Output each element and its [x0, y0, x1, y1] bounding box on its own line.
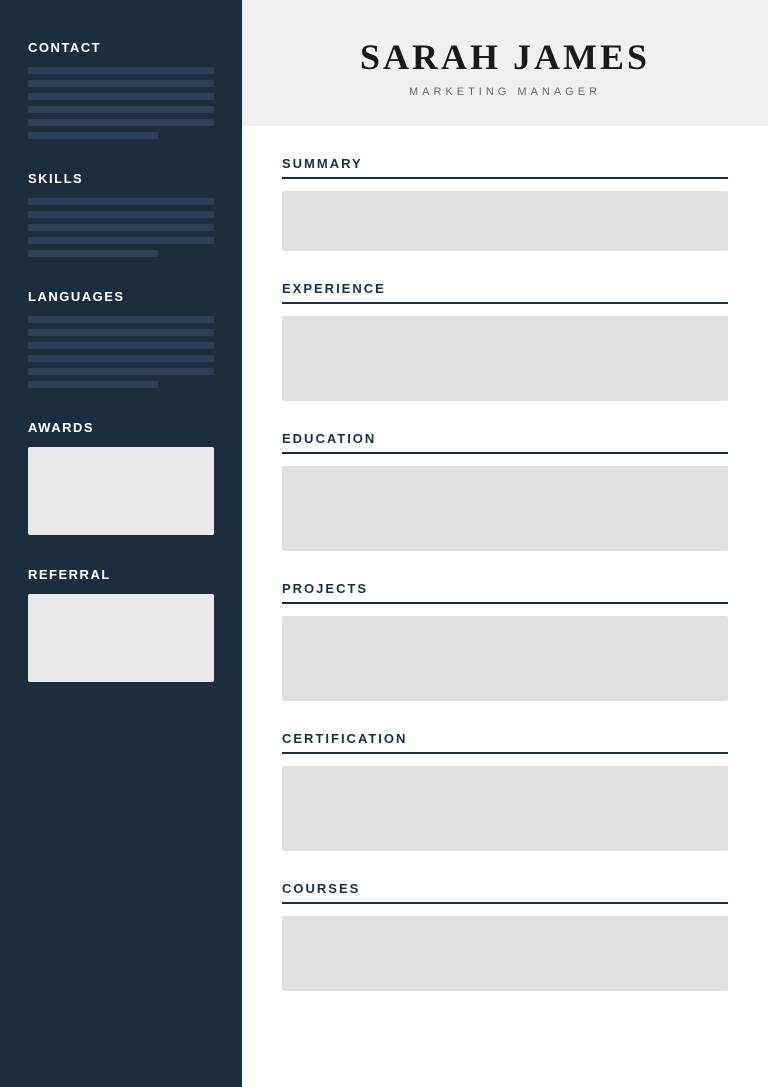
- sidebar: CONTACT SKILLS LANGUAGES: [0, 0, 242, 1087]
- section-certification: CERTIFICATION: [282, 731, 728, 851]
- skills-line-1: [28, 198, 214, 205]
- sidebar-section-contact: CONTACT: [28, 40, 214, 139]
- courses-placeholder: [282, 916, 728, 991]
- certification-placeholder: [282, 766, 728, 851]
- projects-placeholder: [282, 616, 728, 701]
- referral-placeholder: [28, 594, 214, 682]
- certification-title: CERTIFICATION: [282, 731, 728, 754]
- summary-placeholder: [282, 191, 728, 251]
- sidebar-section-skills: SKILLS: [28, 171, 214, 257]
- sidebar-section-awards: AWARDS: [28, 420, 214, 535]
- languages-line-3: [28, 342, 214, 349]
- languages-line-2: [28, 329, 214, 336]
- skills-line-5: [28, 250, 158, 257]
- resume-header: SARAH JAMES MARKETING MANAGER: [242, 0, 768, 126]
- languages-line-1: [28, 316, 214, 323]
- summary-title: SUMMARY: [282, 156, 728, 179]
- experience-title: EXPERIENCE: [282, 281, 728, 304]
- experience-placeholder: [282, 316, 728, 401]
- skills-line-3: [28, 224, 214, 231]
- awards-placeholder: [28, 447, 214, 535]
- courses-title: COURSES: [282, 881, 728, 904]
- contact-line-4: [28, 106, 214, 113]
- section-courses: COURSES: [282, 881, 728, 991]
- contact-line-5: [28, 119, 214, 126]
- candidate-name: SARAH JAMES: [282, 36, 728, 78]
- languages-lines: [28, 316, 214, 388]
- education-title: EDUCATION: [282, 431, 728, 454]
- section-summary: SUMMARY: [282, 156, 728, 251]
- main-content: SARAH JAMES MARKETING MANAGER SUMMARY EX…: [242, 0, 768, 1087]
- skills-line-2: [28, 211, 214, 218]
- languages-title: LANGUAGES: [28, 289, 214, 304]
- sidebar-section-referral: REFERRAL: [28, 567, 214, 682]
- skills-lines: [28, 198, 214, 257]
- skills-title: SKILLS: [28, 171, 214, 186]
- section-education: EDUCATION: [282, 431, 728, 551]
- contact-lines: [28, 67, 214, 139]
- languages-line-5: [28, 368, 214, 375]
- languages-line-4: [28, 355, 214, 362]
- skills-line-4: [28, 237, 214, 244]
- awards-title: AWARDS: [28, 420, 214, 435]
- contact-line-3: [28, 93, 214, 100]
- contact-line-1: [28, 67, 214, 74]
- resume-body: SUMMARY EXPERIENCE EDUCATION PROJECTS CE…: [242, 126, 768, 1087]
- languages-line-6: [28, 381, 158, 388]
- section-projects: PROJECTS: [282, 581, 728, 701]
- sidebar-section-languages: LANGUAGES: [28, 289, 214, 388]
- contact-line-6: [28, 132, 158, 139]
- contact-title: CONTACT: [28, 40, 214, 55]
- projects-title: PROJECTS: [282, 581, 728, 604]
- candidate-title: MARKETING MANAGER: [282, 86, 728, 98]
- contact-line-2: [28, 80, 214, 87]
- education-placeholder: [282, 466, 728, 551]
- section-experience: EXPERIENCE: [282, 281, 728, 401]
- referral-title: REFERRAL: [28, 567, 214, 582]
